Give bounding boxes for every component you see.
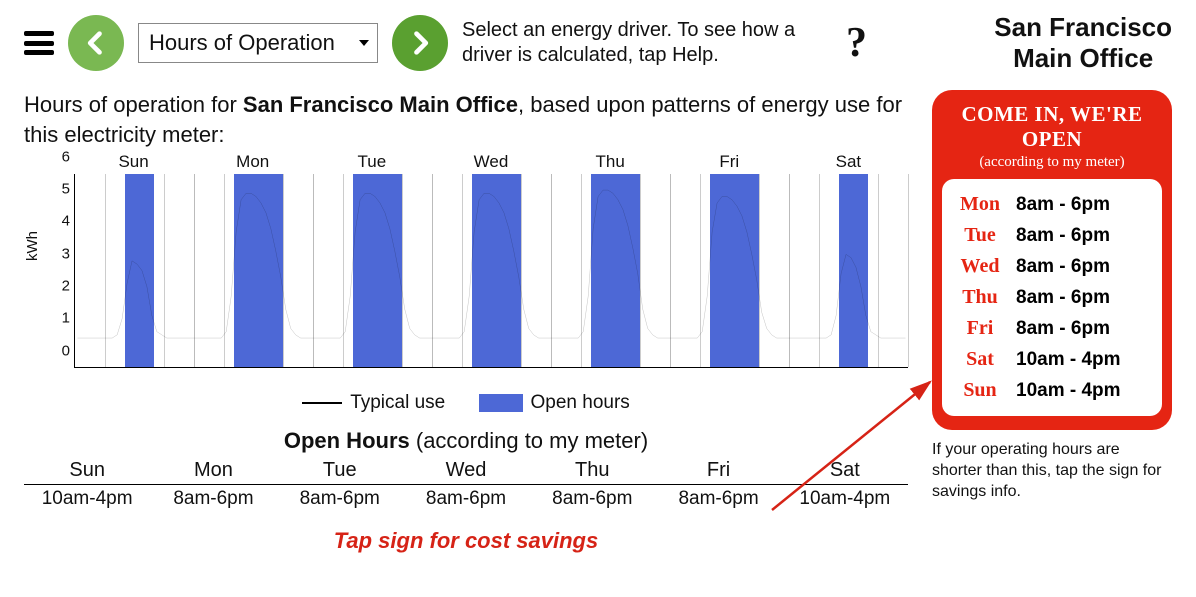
chart-day-label: Mon <box>193 152 312 172</box>
typical-use-line <box>75 174 908 367</box>
chart-plot-area <box>74 174 908 368</box>
sign-row: Sat10am - 4pm <box>952 344 1152 375</box>
site-title: San Francisco Main Office <box>994 12 1172 74</box>
open-hours-col: Sat10am-4pm <box>782 458 908 510</box>
open-hours-col: Thu8am-6pm <box>529 458 655 510</box>
sign-title: COME IN, WE'RE OPEN <box>942 102 1162 152</box>
y-tick: 1 <box>62 310 70 327</box>
sign-subtitle: (according to my meter) <box>942 154 1162 171</box>
chart-day-label: Sat <box>789 152 908 172</box>
open-hours-col: Tue8am-6pm <box>277 458 403 510</box>
help-button[interactable]: ? <box>846 19 867 67</box>
sign-row: Tue8am - 6pm <box>952 220 1152 251</box>
chevron-left-icon <box>82 29 110 57</box>
y-tick: 2 <box>62 278 70 295</box>
chevron-right-icon <box>406 29 434 57</box>
top-bar: Hours of Operation Select an energy driv… <box>24 12 1172 74</box>
driver-instructions: Select an energy driver. To see how a dr… <box>462 18 812 68</box>
chart-day-labels: SunMonTueWedThuFriSat <box>74 152 908 172</box>
y-axis: 0123456 <box>44 174 74 368</box>
chart-day-label: Sun <box>74 152 193 172</box>
open-hours-col: Sun10am-4pm <box>24 458 150 510</box>
sign-row: Sun10am - 4pm <box>952 375 1152 406</box>
chevron-down-icon <box>359 40 369 46</box>
open-hours-col: Fri8am-6pm <box>655 458 781 510</box>
sign-hours-list: Mon8am - 6pmTue8am - 6pmWed8am - 6pmThu8… <box>942 179 1162 416</box>
chart-day-label: Tue <box>312 152 431 172</box>
chart-day-label: Wed <box>431 152 550 172</box>
sign-row: Wed8am - 6pm <box>952 251 1152 282</box>
prev-driver-button[interactable] <box>68 15 124 71</box>
chart-day-label: Fri <box>670 152 789 172</box>
driver-select[interactable]: Hours of Operation <box>138 23 378 63</box>
bar-swatch <box>479 394 523 412</box>
sign-row: Thu8am - 6pm <box>952 282 1152 313</box>
y-tick: 3 <box>62 245 70 262</box>
open-hours-table: Sun10am-4pmMon8am-6pmTue8am-6pmWed8am-6p… <box>24 458 908 510</box>
y-tick: 5 <box>62 181 70 198</box>
hours-description: Hours of operation for San Francisco Mai… <box>24 90 908 149</box>
y-tick: 6 <box>62 148 70 165</box>
y-tick: 0 <box>62 342 70 359</box>
next-driver-button[interactable] <box>392 15 448 71</box>
open-hours-col: Mon8am-6pm <box>150 458 276 510</box>
open-sign[interactable]: COME IN, WE'RE OPEN (according to my met… <box>932 90 1172 430</box>
chart-legend: Typical use Open hours <box>24 392 908 414</box>
menu-icon[interactable] <box>24 31 54 55</box>
open-hours-title: Open Hours (according to my meter) <box>24 428 908 454</box>
y-tick: 4 <box>62 213 70 230</box>
line-swatch <box>302 402 342 404</box>
open-hours-col: Wed8am-6pm <box>403 458 529 510</box>
driver-select-value: Hours of Operation <box>149 30 335 55</box>
sign-hint: If your operating hours are shorter than… <box>932 440 1172 502</box>
sign-row: Mon8am - 6pm <box>952 189 1152 220</box>
tap-sign-hint: Tap sign for cost savings <box>24 528 908 554</box>
sign-row: Fri8am - 6pm <box>952 313 1152 344</box>
chart-day-label: Thu <box>551 152 670 172</box>
y-axis-label: kWh <box>24 231 41 261</box>
usage-chart: kWh 0123456 SunMonTueWedThuFriSat <box>74 156 908 386</box>
